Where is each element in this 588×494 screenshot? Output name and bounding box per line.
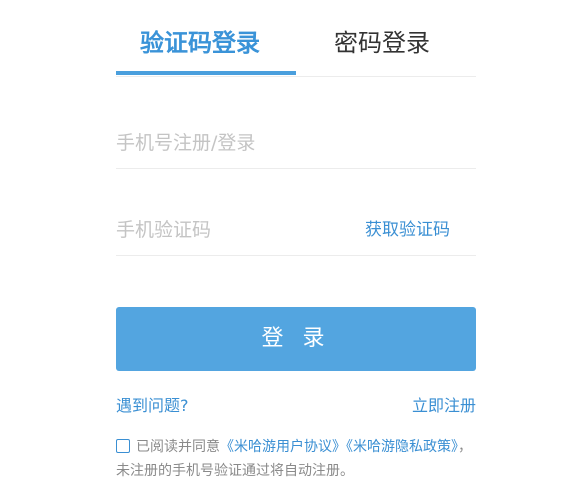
phone-input[interactable] xyxy=(116,118,476,168)
tab-sms-login[interactable]: 验证码登录 xyxy=(140,26,260,60)
verification-code-field: 获取验证码 xyxy=(116,205,476,256)
privacy-policy-link[interactable]: 《米哈游隐私政策》 xyxy=(346,439,458,455)
active-tab-indicator xyxy=(116,71,296,75)
phone-field xyxy=(116,118,476,169)
register-link[interactable]: 立即注册 xyxy=(412,392,476,416)
login-tabs: 验证码登录 密码登录 xyxy=(116,0,476,77)
verification-code-input[interactable] xyxy=(116,205,336,255)
agreement-prefix: 已阅读并同意 xyxy=(136,439,220,455)
help-link[interactable]: 遇到问题? xyxy=(116,392,189,416)
tab-password-login[interactable]: 密码登录 xyxy=(334,26,430,60)
login-panel: 验证码登录 密码登录 获取验证码 登 录 遇到问题? 立即注册 已阅读并同意《米… xyxy=(116,0,476,494)
login-button[interactable]: 登 录 xyxy=(116,307,476,371)
agree-checkbox[interactable] xyxy=(116,439,130,453)
agreement-text: 已阅读并同意《米哈游用户协议》《米哈游隐私政策》，未注册的手机号验证通过将自动注… xyxy=(116,435,478,483)
user-agreement-link[interactable]: 《米哈游用户协议》 xyxy=(220,439,346,455)
get-code-button[interactable]: 获取验证码 xyxy=(365,205,450,255)
